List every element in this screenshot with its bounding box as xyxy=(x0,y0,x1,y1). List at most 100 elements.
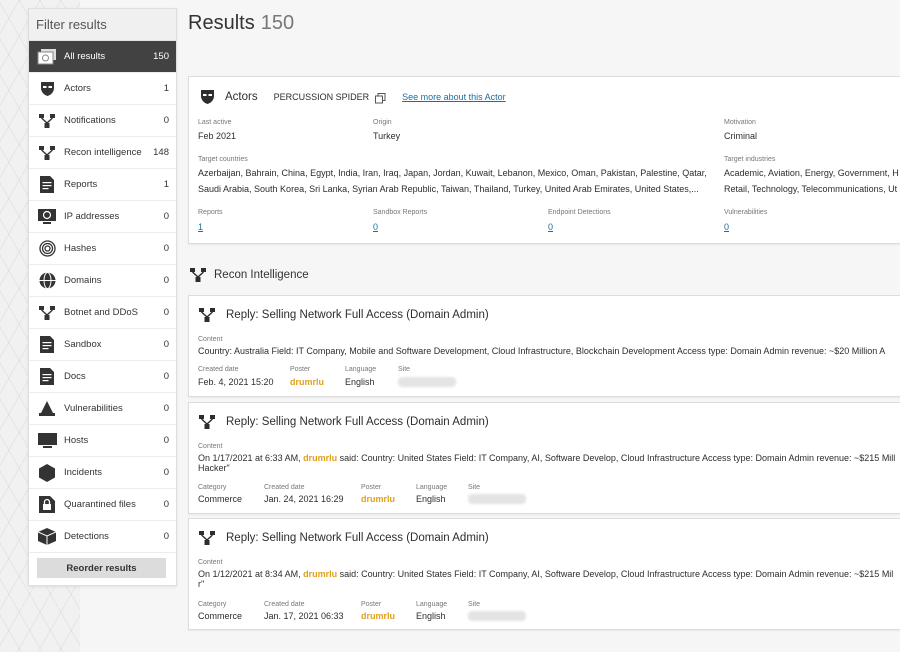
sidebar-item-count: 150 xyxy=(153,51,169,62)
vulnerabilities-link[interactable]: 0 xyxy=(724,222,729,232)
document-icon xyxy=(37,175,57,195)
poster-link[interactable]: drumrlu xyxy=(290,377,324,387)
sidebar-item-label: All results xyxy=(64,51,106,62)
created-date-value: Feb. 4, 2021 15:20 xyxy=(198,377,274,387)
poster-link[interactable]: drumrlu xyxy=(361,494,395,504)
sidebar-item-count: 1 xyxy=(163,83,169,94)
recon-post-card[interactable]: Reply: Selling Network Full Access (Doma… xyxy=(188,295,900,397)
poster-link[interactable]: drumrlu xyxy=(361,611,395,621)
target-countries-line2: Saudi Arabia, South Korea, Sri Lanka, Sy… xyxy=(198,184,699,194)
origin-value: Turkey xyxy=(373,131,401,141)
sidebar-item-actors[interactable]: Actors 1 xyxy=(29,73,176,105)
post-title-text: Reply: Selling Network Full Access (Doma… xyxy=(226,309,489,321)
category-value: Commerce xyxy=(198,611,243,621)
sidebar-item-vulnerabilities[interactable]: Vulnerabilities 0 xyxy=(29,393,176,425)
sidebar-item-count: 1 xyxy=(163,179,169,190)
sidebar-item-incidents[interactable]: Incidents 0 xyxy=(29,457,176,489)
recon-post-card[interactable]: Reply: Selling Network Full Access (Doma… xyxy=(188,518,900,630)
site-label: Site xyxy=(398,366,411,373)
post-title-text: Reply: Selling Network Full Access (Doma… xyxy=(226,416,489,428)
created-date-label: Created date xyxy=(264,484,305,491)
sidebar-item-sandbox[interactable]: Sandbox 0 xyxy=(29,329,176,361)
last-active-label: Last active xyxy=(198,119,232,126)
post-title[interactable]: Reply: Selling Network Full Access (Doma… xyxy=(199,308,489,322)
post-title[interactable]: Reply: Selling Network Full Access (Doma… xyxy=(199,531,489,545)
recon-section-title: Recon Intelligence xyxy=(214,269,309,281)
post-title[interactable]: Reply: Selling Network Full Access (Doma… xyxy=(199,415,489,429)
post-content: On 1/12/2021 at 8:34 AM, drumrlu said: C… xyxy=(198,569,893,579)
sidebar-item-count: 0 xyxy=(163,403,169,414)
last-active-value: Feb 2021 xyxy=(198,131,237,141)
target-countries-label: Target countries xyxy=(198,156,248,163)
document-icon xyxy=(37,367,57,387)
sidebar-item-notifications[interactable]: Notifications 0 xyxy=(29,105,176,137)
content-poster[interactable]: drumrlu xyxy=(303,453,337,463)
sidebar-item-label: Incidents xyxy=(64,467,103,478)
post-content-line2: r" xyxy=(198,579,205,589)
target-countries-line1: Azerbaijan, Bahrain, China, Egypt, India… xyxy=(198,168,707,178)
network-icon xyxy=(199,308,215,322)
sidebar-item-label: IP addresses xyxy=(64,211,120,222)
content-prefix: On 1/12/2021 at 8:34 AM, xyxy=(198,569,301,579)
poster-label: Poster xyxy=(290,366,311,373)
site-value-redacted xyxy=(468,494,526,504)
sidebar-item-quarantined-files[interactable]: Quarantined files 0 xyxy=(29,489,176,521)
hexagon-icon xyxy=(37,463,57,483)
sandbox-reports-link[interactable]: 0 xyxy=(373,222,378,232)
created-date-value: Jan. 17, 2021 06:33 xyxy=(264,611,344,621)
reports-label: Reports xyxy=(198,209,223,216)
sidebar-item-count: 148 xyxy=(153,147,169,158)
network-icon xyxy=(199,531,215,545)
sidebar-item-label: Sandbox xyxy=(64,339,102,350)
sidebar-item-label: Hosts xyxy=(64,435,89,446)
sidebar-item-label: Vulnerabilities xyxy=(64,403,123,414)
actor-card: Actors PERCUSSION SPIDER See more about … xyxy=(188,76,900,244)
vulnerabilities-label: Vulnerabilities xyxy=(724,209,768,216)
network-icon xyxy=(190,268,206,282)
actor-name: PERCUSSION SPIDER xyxy=(273,91,370,102)
sidebar-item-ip-addresses[interactable]: IP addresses 0 xyxy=(29,201,176,233)
sidebar-item-count: 0 xyxy=(163,275,169,286)
sidebar-item-botnet-and-ddos[interactable]: Botnet and DDoS 0 xyxy=(29,297,176,329)
motivation-label: Motivation xyxy=(724,119,756,126)
endpoint-detections-link[interactable]: 0 xyxy=(548,222,553,232)
see-more-actor-link[interactable]: See more about this Actor xyxy=(402,92,506,102)
sidebar-item-count: 0 xyxy=(163,371,169,382)
reorder-results-button[interactable]: Reorder results xyxy=(37,558,166,578)
content-label: Content xyxy=(198,336,223,343)
sidebar-item-count: 0 xyxy=(163,115,169,126)
sidebar-item-count: 0 xyxy=(163,307,169,318)
sidebar-item-hashes[interactable]: Hashes 0 xyxy=(29,233,176,265)
cone-icon xyxy=(37,399,57,419)
language-value: English xyxy=(345,377,375,387)
sidebar-item-count: 0 xyxy=(163,435,169,446)
content-label: Content xyxy=(198,559,223,566)
category-label: Category xyxy=(198,484,227,491)
reports-link[interactable]: 1 xyxy=(198,222,203,232)
sidebar-item-count: 0 xyxy=(163,243,169,254)
poster-label: Poster xyxy=(361,601,382,608)
sidebar-item-domains[interactable]: Domains 0 xyxy=(29,265,176,297)
sidebar-item-hosts[interactable]: Hosts 0 xyxy=(29,425,176,457)
site-value-redacted xyxy=(398,377,456,387)
sidebar-item-reports[interactable]: Reports 1 xyxy=(29,169,176,201)
post-content: On 1/17/2021 at 6:33 AM, drumrlu said: C… xyxy=(198,453,895,463)
copy-icon[interactable] xyxy=(375,91,386,104)
sidebar-item-count: 0 xyxy=(163,499,169,510)
content-label: Content xyxy=(198,443,223,450)
recon-post-card[interactable]: Reply: Selling Network Full Access (Doma… xyxy=(188,402,900,514)
content-poster[interactable]: drumrlu xyxy=(303,569,337,579)
sidebar-item-label: Hashes xyxy=(64,243,97,254)
sidebar-item-count: 0 xyxy=(163,211,169,222)
ip-monitor-icon xyxy=(37,207,57,227)
sidebar-item-detections[interactable]: Detections 0 xyxy=(29,521,176,553)
sidebar-item-label: Notifications xyxy=(64,115,116,126)
sidebar-item-all-results[interactable]: All results 150 xyxy=(29,41,176,73)
network-icon xyxy=(37,143,57,163)
sidebar-item-recon-intelligence[interactable]: Recon intelligence 148 xyxy=(29,137,176,169)
globe-icon xyxy=(37,271,57,291)
document-icon xyxy=(37,335,57,355)
sidebar-item-docs[interactable]: Docs 0 xyxy=(29,361,176,393)
poster-label: Poster xyxy=(361,484,382,491)
sidebar-item-label: Botnet and DDoS xyxy=(64,307,138,318)
